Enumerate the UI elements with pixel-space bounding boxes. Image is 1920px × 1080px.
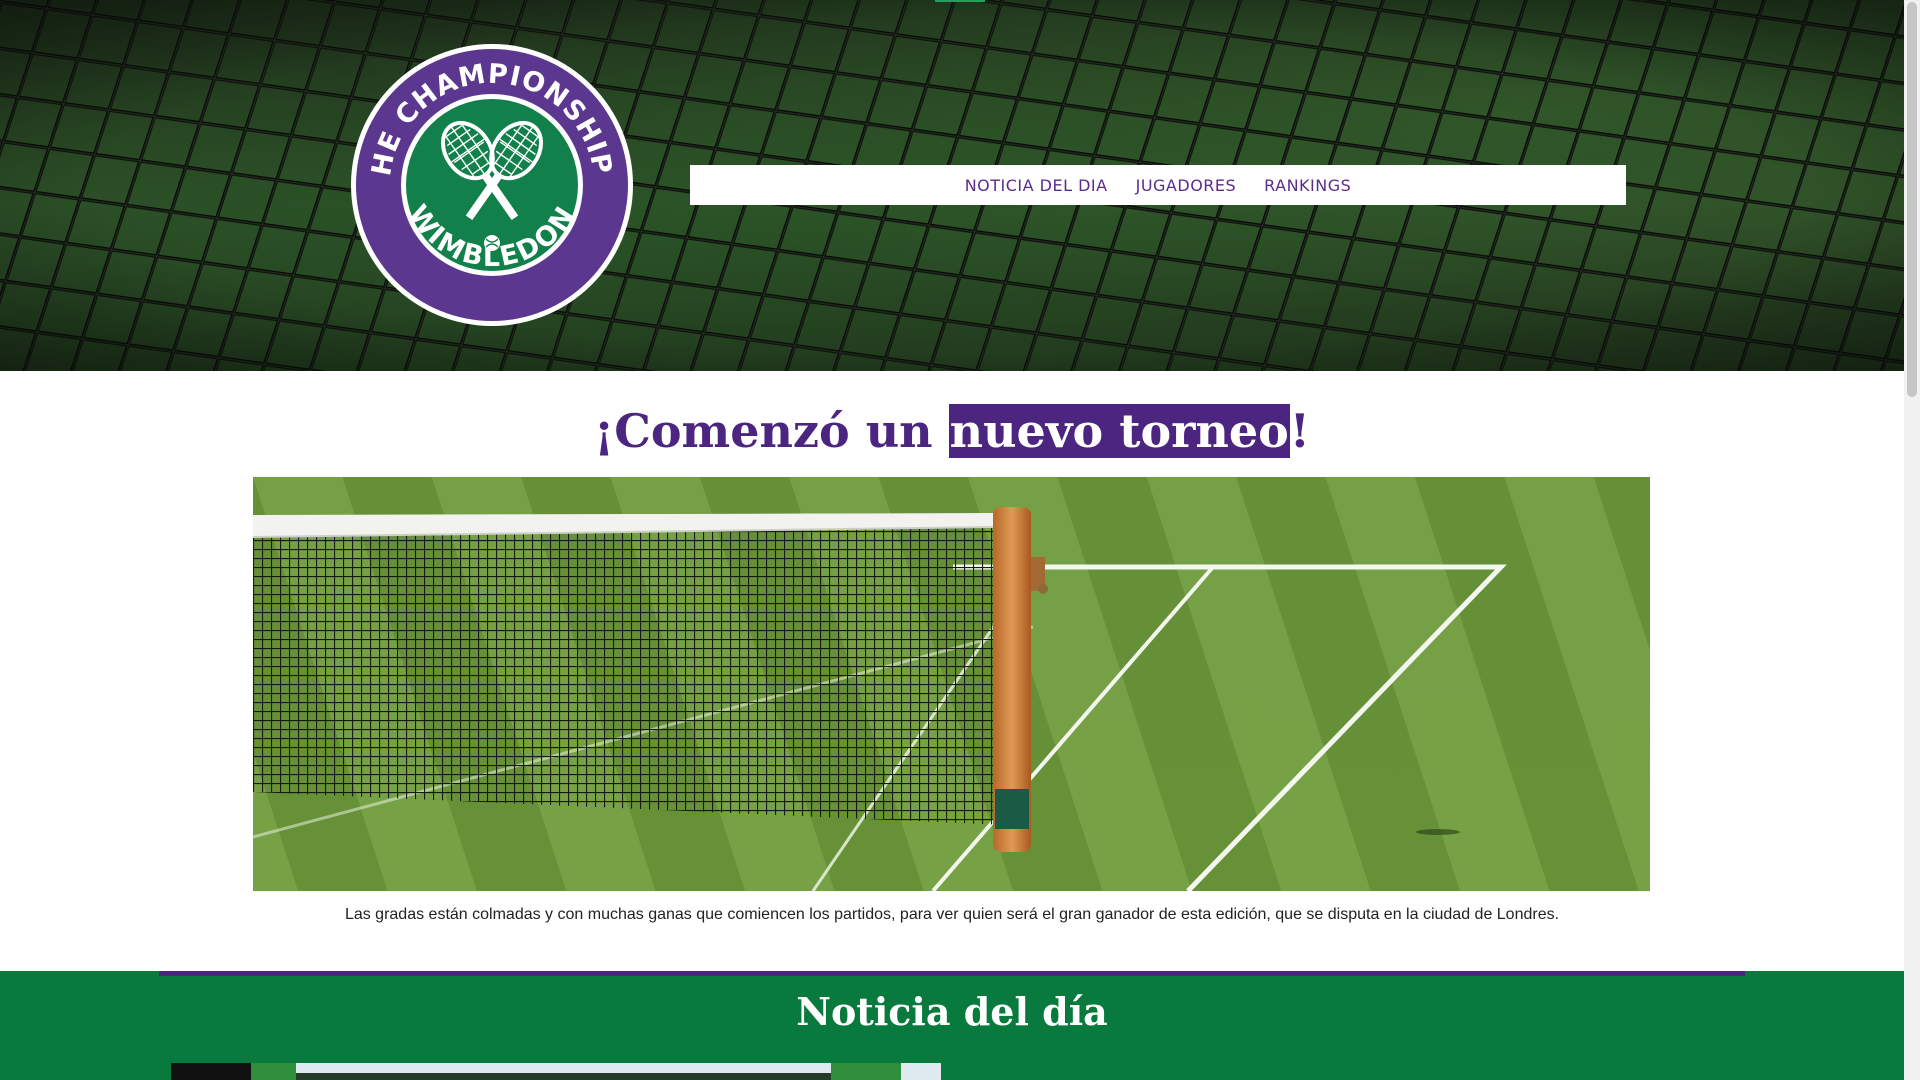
- nav-item-noticia-del-dia[interactable]: NOTICIA DEL DIA: [965, 176, 1108, 195]
- news-image[interactable]: [171, 1063, 941, 1080]
- news-image-detail: [296, 1073, 831, 1080]
- main-nav: NOTICIA DEL DIA JUGADORES RANKINGS: [690, 165, 1626, 205]
- court-illustration: [253, 477, 1650, 891]
- news-divider-line: [159, 971, 1745, 976]
- wimbledon-logo[interactable]: THE CHAMPIONSHIPS WIMBLEDON: [350, 43, 634, 327]
- hero-header: THE CHAMPIONSHIPS WIMBLEDON NOTICIA DEL …: [0, 0, 1904, 371]
- scrollbar-thumb[interactable]: [1907, 2, 1917, 397]
- top-accent-bar: [935, 0, 985, 2]
- page-title-part2: !: [1289, 404, 1310, 458]
- page-title-highlight: nuevo torneo: [948, 404, 1290, 458]
- grass-court-image: [253, 477, 1650, 891]
- news-title: Noticia del día: [796, 989, 1108, 1034]
- court-caption: Las gradas están colmadas y con muchas g…: [344, 906, 1560, 923]
- nav-item-jugadores[interactable]: JUGADORES: [1136, 176, 1237, 195]
- page-title: ¡Comenzó un nuevo torneo!: [0, 397, 1904, 465]
- page-scrollbar[interactable]: [1904, 0, 1920, 1080]
- news-section: Noticia del día: [0, 971, 1904, 1080]
- page-title-part1: ¡Comenzó un: [594, 404, 949, 458]
- nav-item-rankings[interactable]: RANKINGS: [1264, 176, 1351, 195]
